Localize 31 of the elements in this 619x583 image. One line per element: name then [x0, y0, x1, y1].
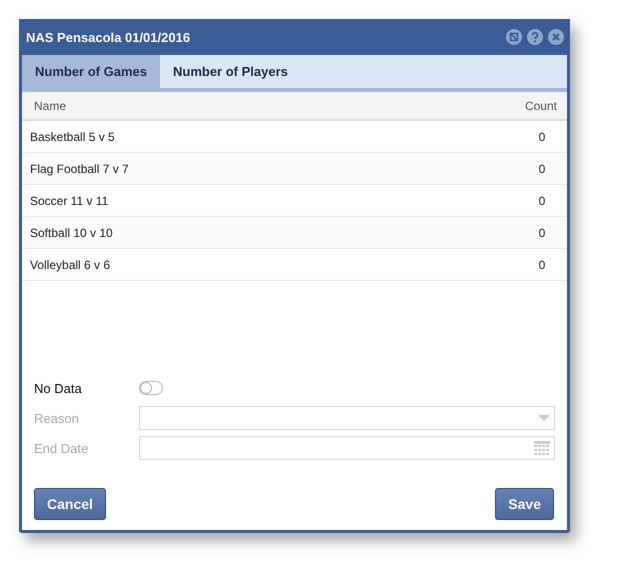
- table-cell-text: 0: [538, 162, 546, 176]
- table-row[interactable]: Flag Football 7 v 7 0: [22, 153, 567, 185]
- table-cell-text: Soccer 11 v 11: [30, 194, 110, 208]
- action-button[interactable]: Save: [495, 488, 554, 520]
- table-row[interactable]: Volleyball 6 v 6 0: [22, 249, 567, 281]
- block-icon[interactable]: [506, 29, 522, 45]
- table-cell-text: Volleyball 6 v 6: [30, 258, 112, 272]
- table-cell-text: 0: [538, 258, 546, 272]
- toggle-switch[interactable]: [139, 381, 163, 395]
- table-cell-text: Basketball 5 v 5: [30, 130, 116, 144]
- help-icon[interactable]: [527, 29, 543, 45]
- column-header[interactable]: Count: [524, 98, 557, 112]
- field-label: End Date: [34, 440, 90, 456]
- table-cell-text: 0: [538, 130, 546, 144]
- table-cell-text: Flag Football 7 v 7: [30, 162, 130, 176]
- tab[interactable]: Number of Players: [160, 55, 301, 88]
- field-label: Reason: [34, 410, 80, 426]
- window-title: NAS Pensacola 01/01/2016: [26, 30, 192, 44]
- table-row[interactable]: Softball 10 v 10 0: [22, 217, 567, 249]
- date-field[interactable]: [139, 436, 555, 460]
- caret-icon: [538, 415, 550, 421]
- table-cell-text: 0: [538, 226, 546, 240]
- field-label: No Data: [34, 380, 83, 396]
- column-header[interactable]: Name: [34, 98, 525, 112]
- close-icon[interactable]: [548, 29, 564, 45]
- action-button[interactable]: Cancel: [34, 488, 106, 520]
- dropdown-field[interactable]: [139, 406, 555, 430]
- calendar-icon: [534, 441, 550, 455]
- table-cell-text: Softball 10 v 10: [30, 226, 114, 240]
- tab[interactable]: Number of Games: [22, 55, 160, 88]
- table-cell-text: 0: [538, 194, 546, 208]
